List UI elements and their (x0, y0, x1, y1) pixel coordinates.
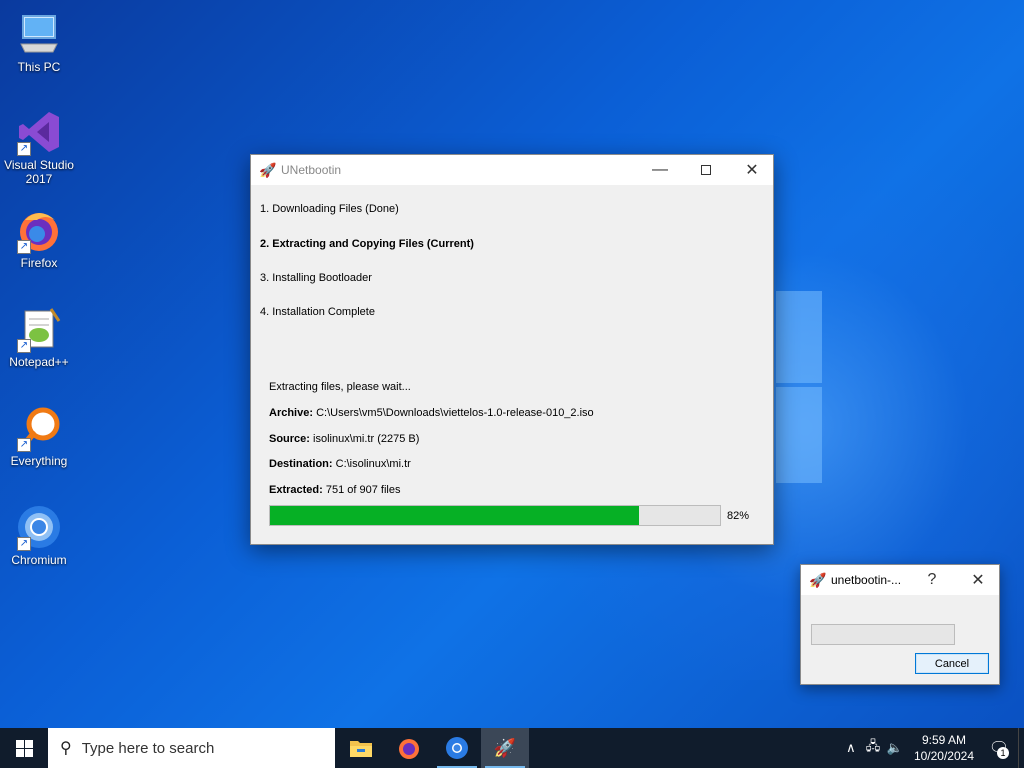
maximize-button[interactable] (683, 155, 729, 185)
step-extracting: 2. Extracting and Copying Files (Current… (260, 238, 474, 250)
dialog-title: unetbootin-... (831, 573, 902, 587)
show-desktop-button[interactable] (1018, 728, 1024, 768)
unetbootin-dialog: 🚀 unetbootin-... ? ✕ Cancel (800, 564, 1000, 685)
shortcut-arrow-icon: ↗ (17, 339, 31, 353)
desktop-icon-chromium[interactable]: ↗ Chromium (1, 503, 77, 567)
close-icon: ✕ (745, 162, 759, 179)
dialog-close-button[interactable]: ✕ (955, 565, 1001, 595)
action-center-button[interactable]: 🗨 1 (980, 728, 1018, 768)
desktop-icon-notepad-plus-plus[interactable]: ↗ Notepad++ (1, 305, 77, 369)
chromium-icon: ↗ (15, 503, 63, 551)
extracted-row: Extracted: 751 of 907 files (269, 484, 400, 496)
windows-start-icon (15, 739, 33, 757)
taskbar: ⚲ Type here to search 🚀 ∧ 🖧 🔈 9:59 AM 10… (0, 728, 1024, 768)
minimize-icon: — (652, 161, 668, 178)
shortcut-arrow-icon: ↗ (17, 537, 31, 551)
cancel-button[interactable]: Cancel (915, 653, 989, 674)
visual-studio-icon: ↗ (15, 108, 63, 156)
archive-value: C:\Users\vm5\Downloads\viettelos-1.0-rel… (316, 407, 594, 419)
start-button[interactable] (0, 728, 48, 768)
desktop-icon-label: Notepad++ (9, 355, 69, 369)
desktop-icon-visual-studio[interactable]: ↗ Visual Studio 2017 (1, 108, 77, 186)
shortcut-arrow-icon: ↗ (17, 438, 31, 452)
step-downloading: 1. Downloading Files (Done) (260, 203, 399, 215)
source-row: Source: isolinux\mi.tr (2275 B) (269, 433, 419, 445)
destination-value: C:\isolinux\mi.tr (335, 458, 411, 470)
destination-row: Destination: C:\isolinux\mi.tr (269, 458, 411, 470)
source-label: Source: (269, 433, 310, 445)
unetbootin-icon: 🚀 (259, 162, 277, 178)
system-tray: ∧ 🖧 🔈 9:59 AM 10/20/2024 🗨 1 (840, 728, 1024, 768)
clock-date: 10/20/2024 (913, 749, 974, 763)
shortcut-arrow-icon: ↗ (17, 142, 31, 156)
close-button[interactable]: ✕ (729, 155, 775, 185)
window-titlebar[interactable]: 🚀 UNetbootin — ✕ (251, 155, 773, 185)
dialog-progress-bar (811, 624, 955, 645)
dialog-titlebar[interactable]: 🚀 unetbootin-... ? ✕ (801, 565, 999, 595)
file-explorer-icon (350, 741, 372, 757)
help-button[interactable]: ? (909, 565, 955, 595)
desktop-icon-this-pc[interactable]: This PC (1, 10, 77, 74)
everything-search-icon: ↗ (15, 404, 63, 452)
unetbootin-window: 🚀 UNetbootin — ✕ 1. Downloading Files (D… (250, 154, 774, 545)
taskbar-chromium[interactable] (433, 728, 481, 768)
desktop-icon-label: Visual Studio 2017 (4, 158, 74, 186)
network-icon[interactable]: 🖧 (862, 737, 884, 759)
close-icon: ✕ (971, 572, 985, 589)
archive-label: Archive: (269, 407, 314, 419)
taskbar-file-explorer[interactable] (337, 728, 385, 768)
status-line: Extracting files, please wait... (269, 381, 411, 393)
maximize-icon (701, 165, 711, 175)
search-icon: ⚲ (60, 740, 72, 757)
step-installing-bootloader: 3. Installing Bootloader (260, 272, 372, 284)
taskbar-unetbootin[interactable]: 🚀 (481, 728, 529, 768)
extracted-value: 751 of 907 files (325, 484, 401, 496)
step-installation-complete: 4. Installation Complete (260, 306, 375, 318)
chevron-up-icon[interactable]: ∧ (840, 740, 862, 756)
chromium-icon (446, 737, 468, 759)
minimize-button[interactable]: — (637, 155, 683, 185)
taskbar-firefox[interactable] (385, 728, 433, 768)
progress-fill (270, 506, 639, 525)
notification-badge: 1 (997, 747, 1009, 759)
extraction-progress-bar (269, 505, 721, 526)
clock-time: 9:59 AM (921, 733, 966, 747)
desktop-icon-label: Chromium (11, 553, 67, 567)
extracted-label: Extracted: (269, 484, 323, 496)
taskbar-search-box[interactable]: ⚲ Type here to search (48, 728, 335, 768)
firefox-icon: ↗ (15, 206, 63, 254)
source-value: isolinux\mi.tr (2275 B) (313, 433, 420, 445)
firefox-icon (399, 739, 419, 759)
desktop-icon-label: Firefox (20, 256, 58, 270)
volume-muted-icon[interactable]: 🔈 (884, 740, 906, 756)
search-placeholder: Type here to search (81, 739, 215, 757)
help-icon: ? (927, 571, 937, 588)
notepad-plus-plus-icon: ↗ (15, 305, 63, 353)
unetbootin-icon: 🚀 (809, 572, 827, 588)
desktop-icon-everything[interactable]: ↗ Everything (1, 404, 77, 468)
progress-percent: 82% (727, 510, 750, 522)
desktop-icon-label: This PC (17, 60, 61, 74)
unetbootin-icon: 🚀 (493, 737, 517, 758)
destination-label: Destination: (269, 458, 333, 470)
computer-icon (15, 10, 63, 58)
archive-row: Archive: C:\Users\vm5\Downloads\viettelo… (269, 407, 594, 419)
clock[interactable]: 9:59 AM 10/20/2024 (914, 732, 974, 764)
desktop-icon-label: Everything (10, 454, 68, 468)
shortcut-arrow-icon: ↗ (17, 240, 31, 254)
desktop-icon-firefox[interactable]: ↗ Firefox (1, 206, 77, 270)
window-title: UNetbootin (281, 163, 342, 177)
